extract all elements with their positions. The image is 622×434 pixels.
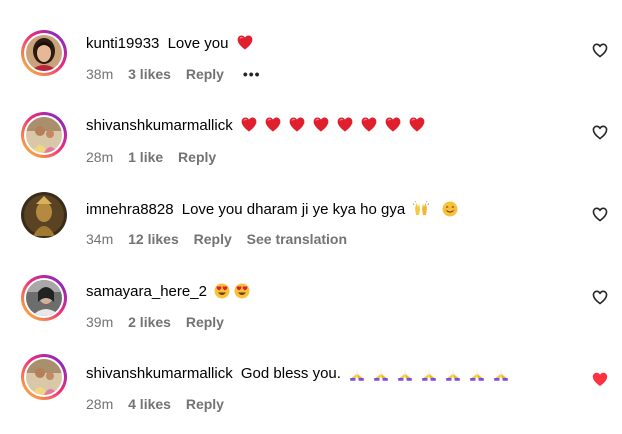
folded-hands-emoji-icon xyxy=(445,365,461,381)
comment-meta: 38m 3 likes Reply ••• xyxy=(86,65,272,83)
comment-item: imnehra8828 Love you dharam ji ye kya ho… xyxy=(0,188,622,270)
red-heart-emoji-icon xyxy=(241,117,257,132)
comment-likes-count[interactable]: 12 likes xyxy=(128,231,179,247)
comment-meta: 34m 12 likes Reply See translation xyxy=(86,230,358,248)
red-heart-emoji-icon xyxy=(385,117,401,132)
comment-text: Love you xyxy=(167,35,229,52)
heart-eyes-emoji-icon xyxy=(214,283,230,299)
see-translation-button[interactable]: See translation xyxy=(247,231,347,247)
avatar-story-ring[interactable] xyxy=(21,275,67,321)
red-heart-emoji-icon xyxy=(265,117,281,132)
comment-time: 39m xyxy=(86,314,114,330)
comment-item: samayara_here_2 39m 2 likes Reply xyxy=(0,270,622,352)
reply-button[interactable]: Reply xyxy=(186,396,224,412)
comment-likes-count[interactable]: 2 likes xyxy=(128,314,171,330)
avatar[interactable] xyxy=(21,192,67,238)
comment-text-line: imnehra8828 Love you dharam ji ye kya ho… xyxy=(86,200,462,220)
comment-username[interactable]: shivanshkumarmallick xyxy=(86,365,233,382)
avatar-story-ring[interactable] xyxy=(21,354,67,400)
folded-hands-emoji-icon xyxy=(421,365,437,381)
red-heart-emoji-icon xyxy=(409,117,425,132)
comment-time: 28m xyxy=(86,396,114,412)
reply-button[interactable]: Reply xyxy=(186,66,224,82)
more-options-icon[interactable]: ••• xyxy=(243,66,261,82)
heart-eyes-emoji-icon xyxy=(234,283,250,299)
reply-button[interactable]: Reply xyxy=(194,231,232,247)
comment-meta: 28m 1 like Reply xyxy=(86,148,227,166)
comment-text: Love you dharam ji ye kya ho gya xyxy=(181,201,406,218)
avatar xyxy=(26,35,62,71)
like-heart-icon[interactable] xyxy=(592,125,608,140)
comment-username[interactable]: kunti19933 xyxy=(86,35,159,52)
raising-hands-emoji-icon xyxy=(413,201,429,217)
like-heart-icon[interactable] xyxy=(592,290,608,305)
comment-item: shivanshkumarmallick 28m 1 like Reply xyxy=(0,106,622,188)
comment-username[interactable]: shivanshkumarmallick xyxy=(86,117,233,134)
comment-username[interactable]: imnehra8828 xyxy=(86,201,174,218)
liked-heart-icon[interactable] xyxy=(592,372,608,387)
comment-item: kunti19933 Love you 38m 3 likes Reply ••… xyxy=(0,24,622,106)
comment-text-line: shivanshkumarmallick God bless you. xyxy=(86,364,513,384)
red-heart-emoji-icon xyxy=(361,117,377,132)
reply-button[interactable]: Reply xyxy=(186,314,224,330)
comment-text: God bless you. xyxy=(240,365,341,382)
avatar xyxy=(26,280,62,316)
comment-username[interactable]: samayara_here_2 xyxy=(86,283,207,300)
folded-hands-emoji-icon xyxy=(493,365,509,381)
red-heart-emoji-icon xyxy=(313,117,329,132)
avatar-story-ring[interactable] xyxy=(21,30,67,76)
comment-time: 34m xyxy=(86,231,114,247)
folded-hands-emoji-icon xyxy=(373,365,389,381)
comment-likes-count[interactable]: 1 like xyxy=(128,149,163,165)
comment-time: 28m xyxy=(86,149,114,165)
like-heart-icon[interactable] xyxy=(592,207,608,222)
comment-text-line: samayara_here_2 xyxy=(86,282,254,302)
comment-likes-count[interactable]: 3 likes xyxy=(128,66,171,82)
folded-hands-emoji-icon xyxy=(469,365,485,381)
smiling-face-emoji-icon xyxy=(442,201,458,217)
avatar xyxy=(26,117,62,153)
red-heart-emoji-icon xyxy=(337,117,353,132)
red-heart-emoji-icon xyxy=(289,117,305,132)
comment-time: 38m xyxy=(86,66,114,82)
folded-hands-emoji-icon xyxy=(349,365,365,381)
comment-text-line: shivanshkumarmallick xyxy=(86,116,433,136)
red-heart-emoji-icon xyxy=(237,35,253,50)
comment-item: shivanshkumarmallick God bless you. 28m … xyxy=(0,352,622,434)
comment-text-line: kunti19933 Love you xyxy=(86,34,261,54)
avatar xyxy=(26,359,62,395)
comment-meta: 39m 2 likes Reply xyxy=(86,313,235,331)
comment-likes-count[interactable]: 4 likes xyxy=(128,396,171,412)
reply-button[interactable]: Reply xyxy=(178,149,216,165)
comment-meta: 28m 4 likes Reply xyxy=(86,395,235,413)
folded-hands-emoji-icon xyxy=(397,365,413,381)
avatar-story-ring[interactable] xyxy=(21,112,67,158)
avatar-image xyxy=(21,192,67,238)
like-heart-icon[interactable] xyxy=(592,43,608,58)
